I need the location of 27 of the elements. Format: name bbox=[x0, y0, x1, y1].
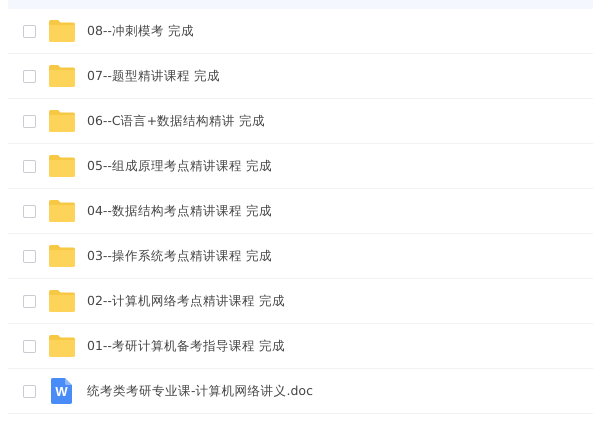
file-name[interactable]: 05--组成原理考点精讲课程 完成 bbox=[87, 158, 272, 174]
folder-icon bbox=[49, 290, 75, 312]
file-name[interactable]: 08--冲刺模考 完成 bbox=[87, 22, 194, 40]
checkbox[interactable] bbox=[23, 160, 36, 172]
folder-icon bbox=[49, 245, 75, 267]
folder-icon bbox=[49, 20, 75, 42]
checkbox[interactable] bbox=[23, 250, 36, 262]
checkbox[interactable] bbox=[23, 294, 36, 308]
checkbox[interactable] bbox=[23, 204, 36, 218]
checkbox[interactable] bbox=[23, 70, 36, 82]
word-document-icon: W bbox=[51, 378, 72, 404]
file-name[interactable]: 07--题型精讲课程 完成 bbox=[87, 68, 220, 84]
checkbox[interactable] bbox=[23, 384, 36, 398]
file-name[interactable]: 04--数据结构考点精讲课程 完成 bbox=[87, 202, 272, 220]
file-name[interactable]: 06--C语言+数据结构精讲 完成 bbox=[87, 112, 266, 130]
file-name[interactable]: 统考类考研专业课-计算机网络讲义.doc bbox=[87, 382, 313, 400]
folder-icon bbox=[49, 65, 75, 87]
folder-icon bbox=[49, 200, 75, 222]
file-name[interactable]: 02--计算机网络考点精讲课程 完成 bbox=[87, 292, 285, 310]
folder-icon bbox=[49, 155, 75, 177]
file-name[interactable]: 01--考研计算机备考指导课程 完成 bbox=[87, 338, 285, 354]
checkbox[interactable] bbox=[23, 24, 36, 38]
folder-icon bbox=[49, 335, 75, 357]
folder-icon bbox=[49, 110, 75, 132]
checkbox[interactable] bbox=[23, 340, 36, 352]
file-name[interactable]: 03--操作系统考点精讲课程 完成 bbox=[87, 248, 272, 264]
checkbox[interactable] bbox=[23, 114, 36, 128]
